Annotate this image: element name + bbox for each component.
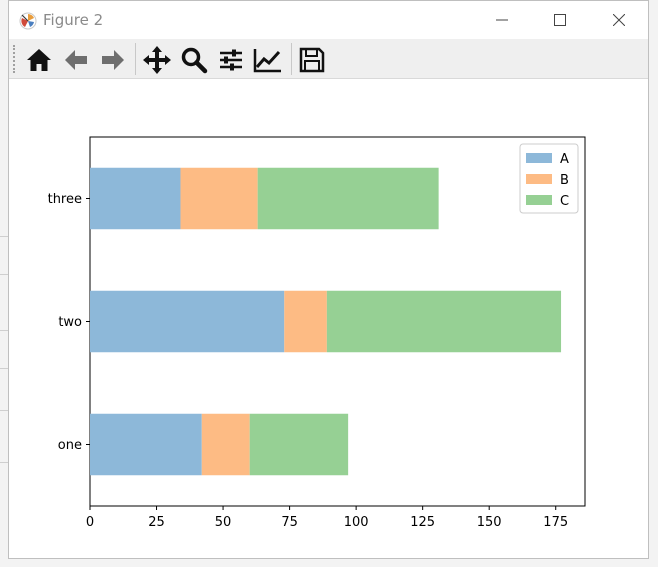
back-button[interactable] — [59, 43, 93, 77]
arrow-left-icon — [65, 50, 87, 70]
save-button[interactable] — [295, 43, 329, 77]
bar-B-one — [201, 413, 250, 476]
close-button[interactable] — [596, 1, 642, 39]
bar-A-two — [90, 290, 285, 353]
y-tick-label: one — [58, 438, 82, 453]
legend-label-A: A — [560, 152, 569, 167]
zoom-button[interactable] — [177, 43, 211, 77]
home-button[interactable] — [22, 43, 56, 77]
x-tick-label: 175 — [543, 515, 568, 530]
x-tick-label: 0 — [86, 515, 94, 530]
x-tick-label: 75 — [281, 515, 298, 530]
background-window-edge — [0, 0, 8, 567]
maximize-button[interactable] — [537, 1, 583, 39]
figure-canvas[interactable]: one two three 0 25 50 75 100 125 150 175 ABC — [9, 79, 648, 558]
home-icon — [27, 49, 51, 71]
x-tick-label: 50 — [215, 515, 232, 530]
configure-subplots-button[interactable] — [214, 43, 248, 77]
bar-C-two — [326, 290, 562, 353]
toolbar-separator — [135, 43, 136, 75]
line-chart-icon — [253, 49, 281, 73]
pan-button[interactable] — [140, 43, 174, 77]
bar-chart: one two three 0 25 50 75 100 125 150 175 ABC — [48, 136, 586, 530]
y-tick-label: three — [48, 192, 82, 207]
x-tick-label: 150 — [477, 515, 502, 530]
edit-axes-button[interactable] — [251, 43, 285, 77]
minimize-button[interactable] — [479, 1, 525, 39]
matplotlib-app-icon — [19, 12, 37, 30]
title-bar[interactable]: Figure 2 — [9, 1, 648, 39]
navigation-toolbar — [9, 39, 648, 79]
legend-swatch-A — [526, 153, 552, 163]
legend-label-C: C — [560, 194, 569, 209]
bar-B-three — [180, 167, 258, 230]
toolbar-grip[interactable] — [13, 45, 19, 73]
arrow-right-icon — [102, 50, 124, 70]
x-tick-label: 100 — [344, 515, 369, 530]
x-tick-label: 125 — [410, 515, 435, 530]
sliders-icon — [220, 49, 242, 71]
bar-C-one — [249, 413, 349, 476]
bar-C-three — [257, 167, 439, 230]
window-title: Figure 2 — [43, 11, 104, 29]
bar-A-one — [90, 413, 202, 476]
figure-window: Figure 2 one two three 0 25 50 75 100 12… — [8, 0, 649, 559]
minimize-icon — [496, 19, 508, 21]
x-tick-label: 25 — [148, 515, 165, 530]
toolbar-separator — [291, 43, 292, 75]
maximize-icon — [554, 14, 566, 26]
forward-button[interactable] — [96, 43, 130, 77]
y-tick-label: two — [58, 315, 82, 330]
legend-swatch-B — [526, 174, 552, 184]
magnifier-icon — [181, 47, 208, 74]
close-icon — [613, 14, 625, 26]
move-icon — [143, 46, 171, 74]
legend-swatch-C — [526, 195, 552, 205]
floppy-disk-icon — [299, 47, 325, 73]
legend-label-B: B — [560, 173, 569, 188]
bar-B-two — [284, 290, 327, 353]
bar-A-three — [90, 167, 181, 230]
